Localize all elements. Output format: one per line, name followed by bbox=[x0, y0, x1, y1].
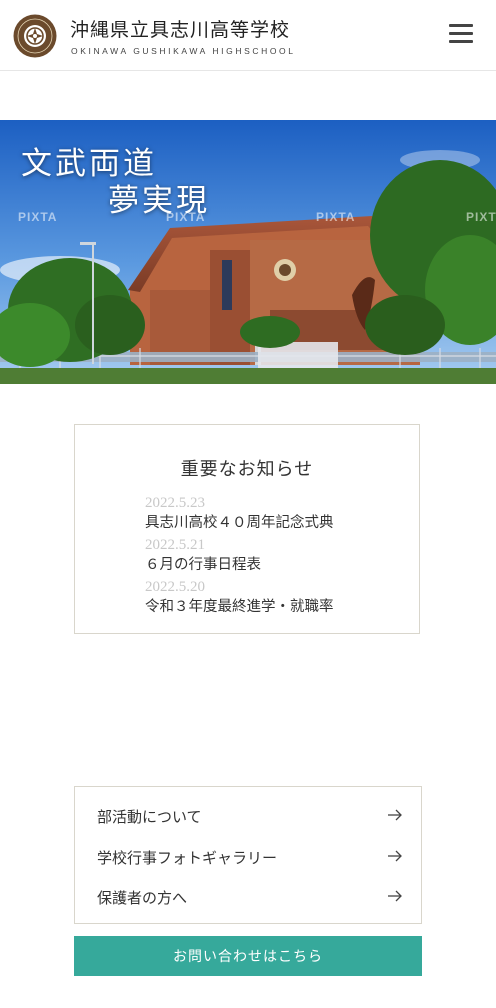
news-date: 2022.5.23 bbox=[145, 495, 205, 511]
watermark: PIXTA bbox=[466, 210, 496, 224]
school-name[interactable]: 沖縄県立具志川高等学校 bbox=[70, 18, 290, 42]
link-clubs[interactable]: 部活動について bbox=[97, 801, 403, 831]
link-label: 学校行事フォトギャラリー bbox=[97, 849, 278, 867]
news-title[interactable]: ６月の行事日程表 bbox=[145, 553, 261, 574]
arrow-right-icon bbox=[388, 809, 402, 821]
news-title[interactable]: 具志川高校４０周年記念式典 bbox=[145, 511, 334, 532]
important-notices: 重要なお知らせ 2022.5.23 具志川高校４０周年記念式典 2022.5.2… bbox=[74, 424, 420, 634]
site-header: 沖縄県立具志川高等学校 OKINAWA GUSHIKAWA HIGHSCHOOL bbox=[0, 0, 496, 71]
watermark: PIXTA bbox=[18, 210, 58, 224]
news-date: 2022.5.20 bbox=[145, 579, 205, 595]
school-name-roman: OKINAWA GUSHIKAWA HIGHSCHOOL bbox=[71, 46, 296, 56]
news-title[interactable]: 令和３年度最終進学・就職率 bbox=[145, 595, 334, 616]
quick-links: 部活動について 学校行事フォトギャラリー 保護者の方へ bbox=[74, 786, 422, 924]
hamburger-menu-button[interactable] bbox=[447, 22, 475, 46]
notices-heading: 重要なお知らせ bbox=[180, 459, 314, 480]
menu-bar-icon bbox=[449, 24, 473, 27]
menu-bar-icon bbox=[449, 40, 473, 43]
link-label: 部活動について bbox=[97, 808, 202, 826]
news-date: 2022.5.21 bbox=[145, 537, 205, 553]
contact-button[interactable]: お問い合わせはこちら bbox=[74, 936, 422, 976]
link-photo-gallery[interactable]: 学校行事フォトギャラリー bbox=[97, 842, 403, 872]
arrow-right-icon bbox=[388, 850, 402, 862]
link-parents[interactable]: 保護者の方へ bbox=[97, 882, 403, 912]
link-label: 保護者の方へ bbox=[97, 889, 188, 907]
watermark: PIXTA bbox=[316, 210, 356, 224]
hero-banner: 文武両道 夢実現 PIXTA PIXTA PIXTA PIXTA bbox=[0, 120, 496, 384]
watermark: PIXTA bbox=[166, 210, 206, 224]
arrow-right-icon bbox=[388, 890, 402, 902]
school-emblem-logo[interactable] bbox=[13, 14, 57, 58]
page: 沖縄県立具志川高等学校 OKINAWA GUSHIKAWA HIGHSCHOOL bbox=[0, 0, 496, 1008]
menu-bar-icon bbox=[449, 32, 473, 35]
